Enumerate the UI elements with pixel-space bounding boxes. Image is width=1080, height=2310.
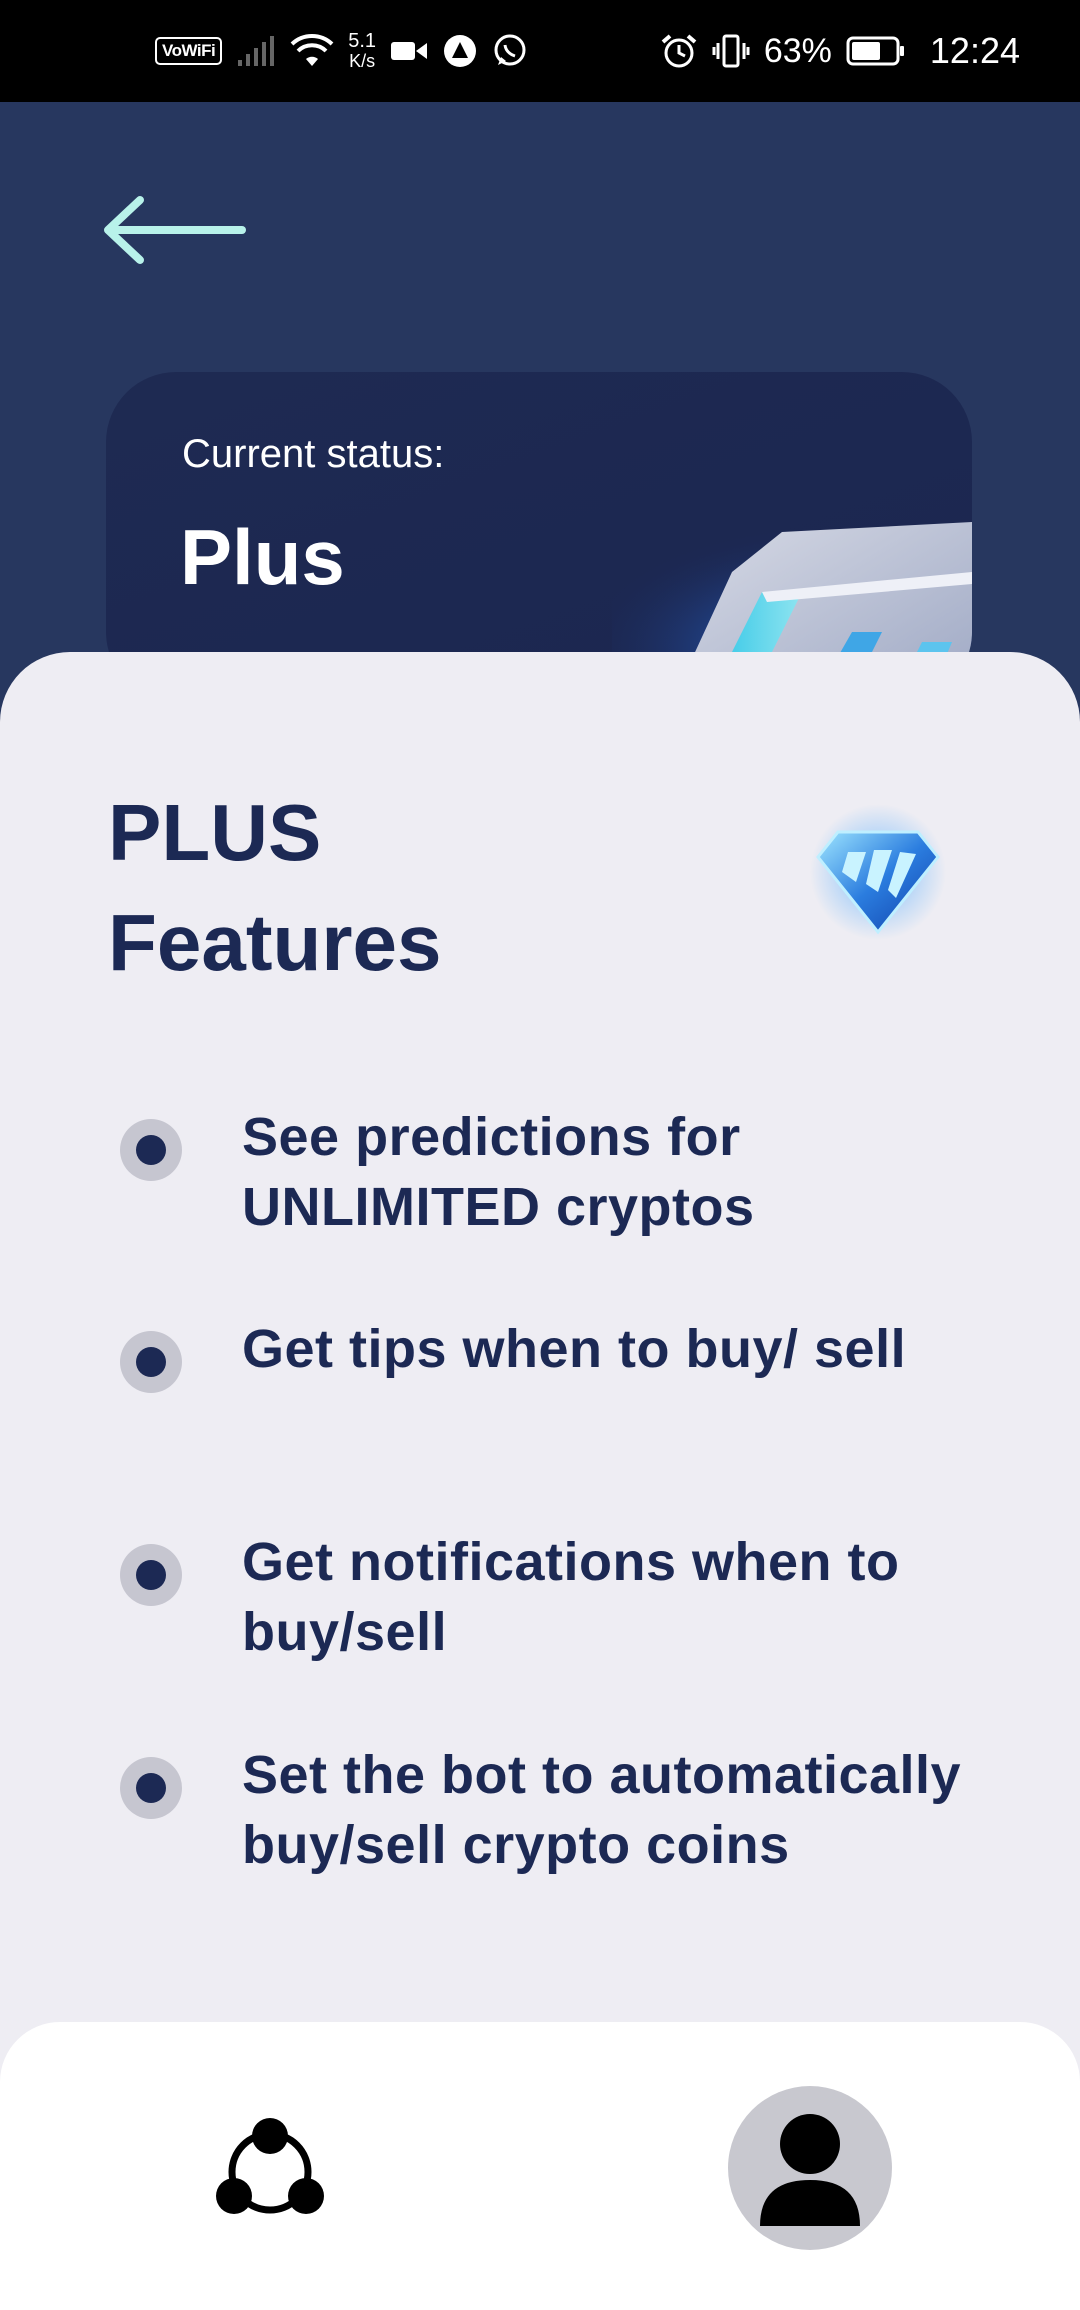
feature-text: Get tips when to buy/ sell [242, 1319, 907, 1379]
status-value: Plus [180, 513, 345, 601]
whatsapp-icon [494, 34, 526, 66]
feature-bullet-icon [120, 1331, 182, 1393]
status-bar-left: VoWiFi 5.1 K/s [155, 31, 528, 71]
status-label: Current status: [182, 432, 445, 476]
app-notification-icon [444, 35, 477, 67]
vibrate-icon [712, 34, 750, 68]
vowifi-badge: VoWiFi [155, 37, 223, 65]
alarm-icon [661, 34, 697, 68]
status-bar: VoWiFi 5.1 K/s 63% 12:24 [0, 0, 1080, 102]
feature-text: Set the bot to automatically buy/sell cr… [242, 1745, 962, 1875]
feature-bullet-icon [120, 1544, 182, 1606]
features-title-line2: Features [108, 898, 442, 987]
features-title-line1: PLUS [108, 788, 322, 877]
features-sheet: PLUS Features See predictions for UNLIMI… [0, 652, 1080, 2132]
feature-text: See predictions for UNLIMITED cryptos [242, 1107, 755, 1237]
network-speed-value: 5.1 [348, 30, 377, 52]
features-title: PLUS Features [108, 778, 708, 998]
video-camera-icon [391, 42, 428, 60]
feature-bullet-icon [120, 1119, 182, 1181]
profile-icon [760, 2114, 860, 2226]
network-speed-unit: K/s [349, 51, 376, 71]
network-icon [216, 2118, 324, 2214]
signal-icon [238, 36, 275, 66]
bottom-navigation [0, 2022, 1080, 2310]
status-bar-right: 63% 12:24 [660, 30, 1020, 72]
arrow-left-icon [104, 196, 246, 264]
wifi-icon [290, 34, 334, 66]
feature-text: Get notifications when to buy/sell [242, 1532, 900, 1662]
battery-percent: 63% [763, 31, 832, 70]
back-button[interactable] [100, 190, 250, 270]
network-speed: 5.1 K/s [348, 31, 376, 71]
battery-icon [846, 36, 904, 66]
network-nav-button[interactable] [210, 2112, 330, 2232]
screen: VoWiFi 5.1 K/s 63% 12:24 Current status:… [0, 0, 1080, 2310]
clock: 12:24 [929, 30, 1020, 71]
diamond-icon [810, 804, 946, 940]
profile-nav-button[interactable] [728, 2086, 892, 2250]
feature-bullet-icon [120, 1757, 182, 1819]
